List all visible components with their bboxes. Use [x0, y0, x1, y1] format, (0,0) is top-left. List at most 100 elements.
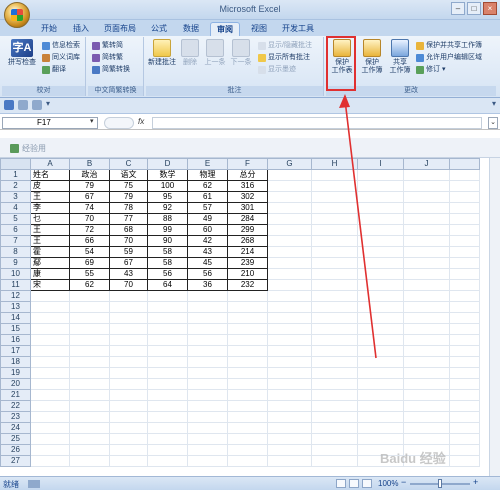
- empty-cell[interactable]: [267, 191, 312, 203]
- row-header[interactable]: 10: [0, 268, 31, 280]
- data-cell[interactable]: 74: [69, 202, 110, 214]
- empty-cell[interactable]: [449, 246, 480, 258]
- empty-cell[interactable]: [267, 345, 312, 357]
- data-cell[interactable]: 67: [109, 257, 148, 269]
- empty-cell[interactable]: [449, 444, 480, 456]
- empty-cell[interactable]: [109, 312, 148, 324]
- empty-cell[interactable]: [30, 345, 70, 357]
- data-cell[interactable]: 58: [147, 246, 188, 258]
- data-cell[interactable]: 284: [227, 213, 268, 225]
- empty-cell[interactable]: [311, 345, 358, 357]
- column-header[interactable]: I: [357, 158, 404, 170]
- empty-cell[interactable]: [357, 334, 404, 346]
- empty-cell[interactable]: [449, 356, 480, 368]
- header-cell[interactable]: 物理: [187, 169, 228, 181]
- office-button[interactable]: [4, 2, 30, 28]
- minimize-button[interactable]: –: [451, 2, 465, 15]
- empty-cell[interactable]: [109, 301, 148, 313]
- empty-cell[interactable]: [357, 345, 404, 357]
- data-cell[interactable]: 鄢: [30, 257, 70, 269]
- row-header[interactable]: 14: [0, 312, 31, 324]
- empty-cell[interactable]: [187, 367, 228, 379]
- empty-cell[interactable]: [147, 400, 188, 412]
- column-header[interactable]: F: [227, 158, 268, 170]
- row-header[interactable]: 27: [0, 455, 31, 467]
- tab-view[interactable]: 视图: [246, 22, 272, 36]
- empty-cell[interactable]: [69, 455, 110, 467]
- row-header[interactable]: 21: [0, 389, 31, 401]
- tab-data[interactable]: 数据: [178, 22, 204, 36]
- empty-cell[interactable]: [227, 290, 268, 302]
- empty-cell[interactable]: [267, 213, 312, 225]
- empty-cell[interactable]: [69, 356, 110, 368]
- row-header[interactable]: 25: [0, 433, 31, 445]
- empty-cell[interactable]: [311, 378, 358, 390]
- row-header[interactable]: 26: [0, 444, 31, 456]
- row-header[interactable]: 17: [0, 345, 31, 357]
- empty-cell[interactable]: [267, 180, 312, 192]
- empty-cell[interactable]: [187, 323, 228, 335]
- empty-cell[interactable]: [357, 312, 404, 324]
- empty-cell[interactable]: [403, 246, 450, 258]
- empty-cell[interactable]: [357, 323, 404, 335]
- undo-icon[interactable]: [18, 100, 28, 110]
- empty-cell[interactable]: [403, 224, 450, 236]
- data-cell[interactable]: 100: [147, 180, 188, 192]
- empty-cell[interactable]: [30, 301, 70, 313]
- protect-share-button[interactable]: 保护并共享工作簿: [416, 40, 482, 51]
- data-cell[interactable]: 69: [69, 257, 110, 269]
- empty-cell[interactable]: [449, 323, 480, 335]
- empty-cell[interactable]: [357, 422, 404, 434]
- conversion-button[interactable]: 简繁转换: [92, 64, 130, 75]
- empty-cell[interactable]: [311, 433, 358, 445]
- data-cell[interactable]: 210: [227, 268, 268, 280]
- empty-cell[interactable]: [403, 312, 450, 324]
- empty-cell[interactable]: [403, 367, 450, 379]
- row-header[interactable]: 6: [0, 224, 31, 236]
- empty-cell[interactable]: [147, 323, 188, 335]
- data-cell[interactable]: 88: [147, 213, 188, 225]
- page-layout-view-button[interactable]: [349, 479, 359, 488]
- empty-cell[interactable]: [357, 301, 404, 313]
- next-comment-button[interactable]: 下一条: [228, 39, 254, 67]
- empty-cell[interactable]: [267, 334, 312, 346]
- empty-cell[interactable]: [147, 378, 188, 390]
- data-cell[interactable]: 王: [30, 191, 70, 203]
- redo-icon[interactable]: [32, 100, 42, 110]
- empty-cell[interactable]: [267, 224, 312, 236]
- empty-cell[interactable]: [449, 433, 480, 445]
- empty-cell[interactable]: [449, 169, 480, 181]
- empty-cell[interactable]: [267, 367, 312, 379]
- empty-cell[interactable]: [147, 389, 188, 401]
- empty-cell[interactable]: [267, 389, 312, 401]
- empty-cell[interactable]: [147, 367, 188, 379]
- data-cell[interactable]: 59: [109, 246, 148, 258]
- empty-cell[interactable]: [109, 422, 148, 434]
- data-cell[interactable]: 64: [147, 279, 188, 291]
- empty-cell[interactable]: [69, 411, 110, 423]
- empty-cell[interactable]: [449, 345, 480, 357]
- empty-cell[interactable]: [449, 290, 480, 302]
- empty-cell[interactable]: [311, 411, 358, 423]
- empty-cell[interactable]: [267, 257, 312, 269]
- empty-cell[interactable]: [357, 180, 404, 192]
- empty-cell[interactable]: [227, 367, 268, 379]
- empty-cell[interactable]: [357, 433, 404, 445]
- empty-cell[interactable]: [357, 246, 404, 258]
- empty-cell[interactable]: [403, 334, 450, 346]
- empty-cell[interactable]: [187, 444, 228, 456]
- data-cell[interactable]: 92: [147, 202, 188, 214]
- vertical-scrollbar[interactable]: [489, 158, 500, 476]
- empty-cell[interactable]: [267, 444, 312, 456]
- data-cell[interactable]: 79: [109, 191, 148, 203]
- row-header[interactable]: 2: [0, 180, 31, 192]
- empty-cell[interactable]: [357, 235, 404, 247]
- row-header[interactable]: 4: [0, 202, 31, 214]
- empty-cell[interactable]: [267, 235, 312, 247]
- data-cell[interactable]: 54: [69, 246, 110, 258]
- empty-cell[interactable]: [227, 455, 268, 467]
- protect-workbook-button[interactable]: 保护 工作簿: [358, 39, 386, 75]
- empty-cell[interactable]: [187, 378, 228, 390]
- empty-cell[interactable]: [109, 411, 148, 423]
- column-header[interactable]: G: [267, 158, 312, 170]
